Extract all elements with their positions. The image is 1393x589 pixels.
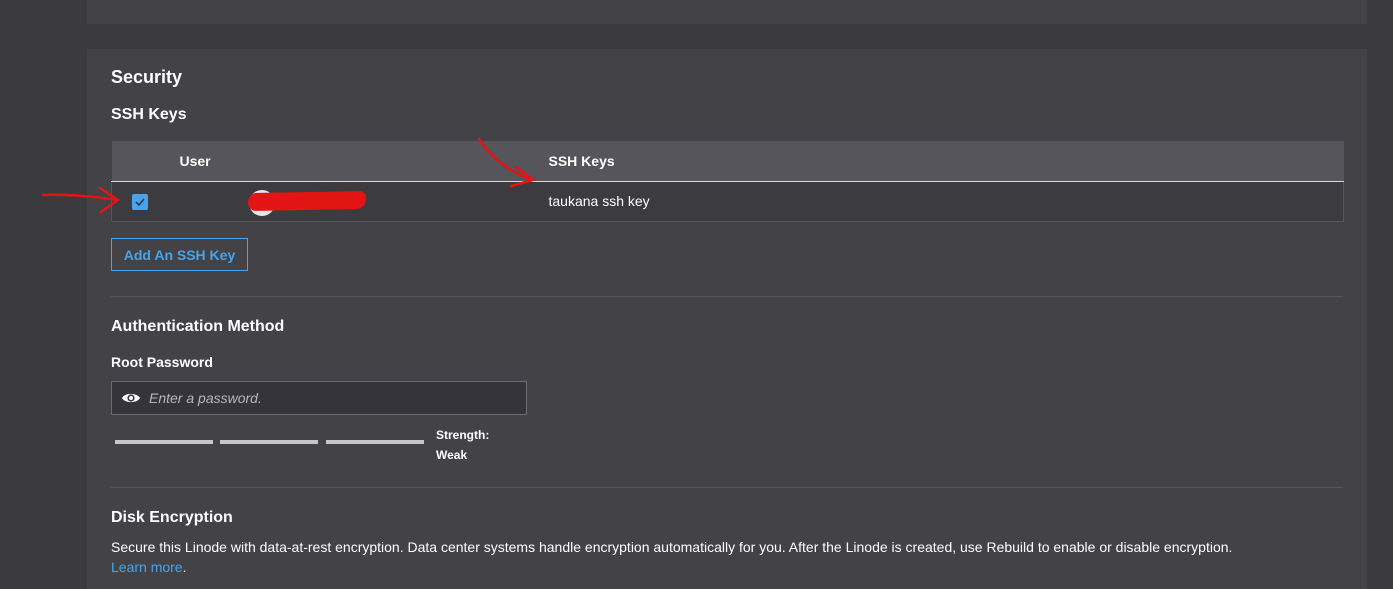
password-input[interactable] [149,383,526,413]
strength-value: Weak [436,448,468,462]
strength-bar-segment [326,440,424,444]
column-header-ssh-keys: SSH Keys [548,141,1344,182]
root-password-field[interactable] [111,381,527,415]
check-icon [135,198,145,206]
strength-bar-segment [115,440,213,444]
strength-bar-segment [220,440,318,444]
checkbox-column-header [111,141,180,182]
checkbox-cell [111,181,180,222]
section-divider [111,487,1343,488]
root-password-label: Root Password [111,354,213,370]
strength-label: Strength: [436,428,490,442]
ssh-keys-heading: SSH Keys [111,106,187,123]
section-title: Security [111,67,183,87]
user-select-checkbox[interactable] [132,193,148,210]
disk-encryption-text: Secure this Linode with data-at-rest enc… [111,539,1233,555]
disk-encryption-description: Secure this Linode with data-at-rest enc… [111,537,1351,577]
learn-more-link[interactable]: Learn more [111,559,183,575]
ssh-key-label: taukana ssh key [548,181,1344,222]
table-header-row: User SSH Keys [111,141,1344,182]
redacted-username [247,190,366,211]
security-card: Security SSH Keys User SSH Keys taukana … [87,49,1367,589]
disk-encryption-heading: Disk Encryption [111,509,233,526]
password-strength: Strength: Weak [436,425,516,465]
ssh-keys-table: User SSH Keys taukana ssh key [111,141,1344,222]
period-text: . [182,559,187,575]
user-cell [179,181,549,222]
table-row[interactable]: taukana ssh key [111,181,1344,222]
column-header-user: User [179,141,549,182]
authentication-method-heading: Authentication Method [111,318,285,335]
eye-icon[interactable] [121,391,141,405]
section-divider [111,296,1343,297]
add-ssh-key-button[interactable]: Add An SSH Key [111,238,248,271]
previous-section-card [87,0,1367,24]
